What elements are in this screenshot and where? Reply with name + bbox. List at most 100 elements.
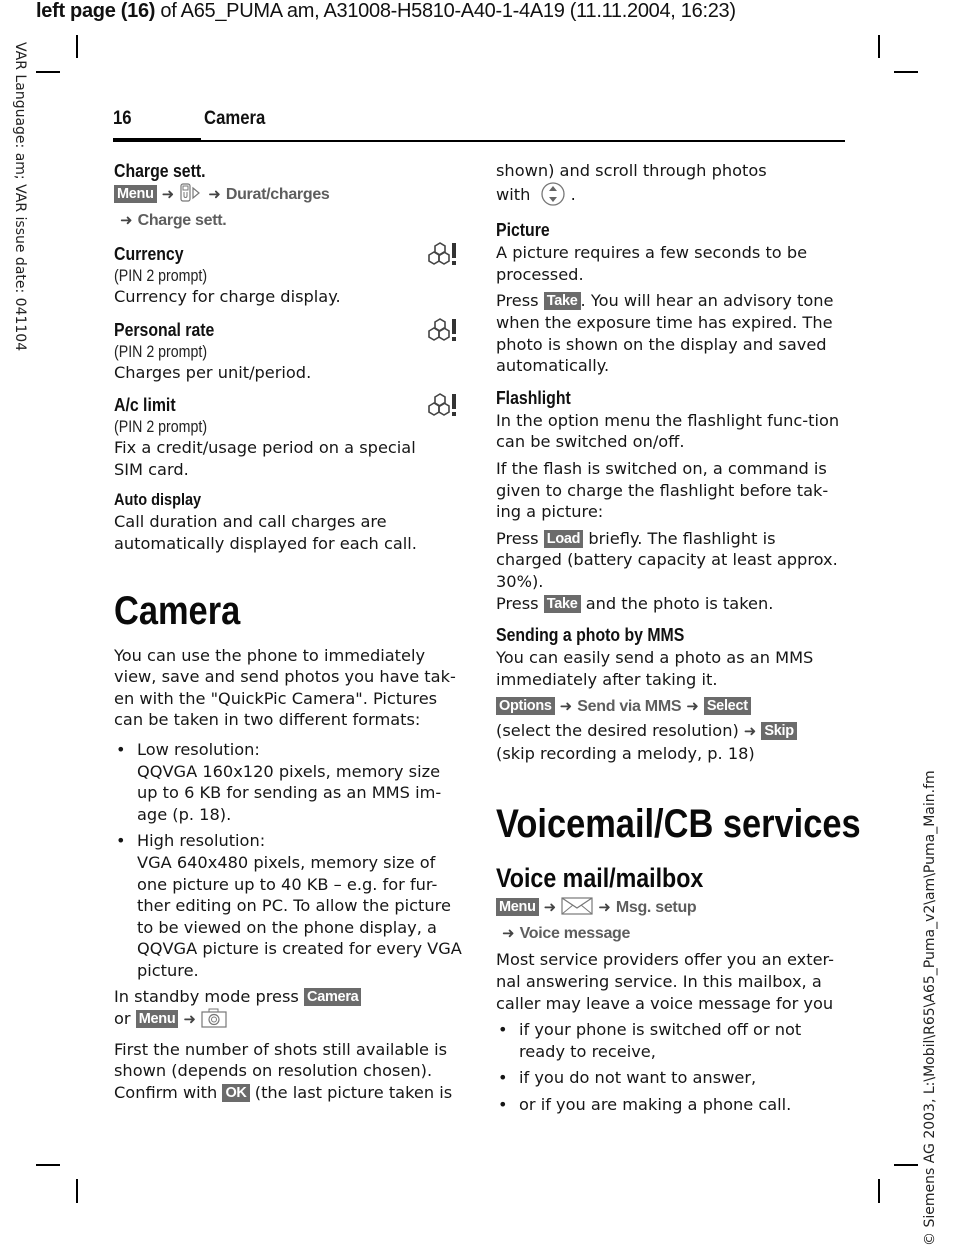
take-key: Take <box>543 594 581 613</box>
arrow-right-icon: ➜ <box>502 924 515 943</box>
list-item: if your phone is switched off or not rea… <box>496 1019 844 1062</box>
load-key: Load <box>543 529 584 548</box>
menu-path-continued: ➜ Charge sett. <box>114 209 462 232</box>
subsection-title: Flashlight <box>496 387 571 408</box>
pin-note: (PIN 2 prompt) <box>114 418 208 437</box>
voicemail-intro: Most service providers offer you an exte… <box>496 950 834 1013</box>
picture-text: A picture requires a few seconds to be p… <box>496 243 808 284</box>
setting-ac-limit: A/c limit (PIN 2 prompt) Fix a credit/us… <box>114 393 462 480</box>
setting-description: Currency for charge display. <box>114 287 341 306</box>
select-key: Select <box>703 697 751 716</box>
menu-key: Menu <box>135 1010 179 1029</box>
arrow-right-icon: ➜ <box>598 898 611 917</box>
resolution-list: Low resolution:QQVGA 160x120 pixels, mem… <box>114 739 462 982</box>
setting-currency: Currency (PIN 2 prompt) Currency for cha… <box>114 242 462 308</box>
left-column: Charge sett. Menu ➜ ➜ Durat/charges ➜ Charge… <box>114 160 462 1108</box>
scroll-instruction: shown) and scroll through photos with . <box>496 160 844 211</box>
flashlight-section: Flashlight In the option menu the flashl… <box>496 387 844 614</box>
mms-skip-note: (skip recording a melody, p. 18) <box>496 743 755 763</box>
list-item: or if you are making a phone call. <box>496 1094 844 1116</box>
crop-mark <box>894 71 918 73</box>
print-job-page: left page (16) <box>36 0 156 22</box>
running-title: Camera <box>204 108 266 129</box>
flashlight-take-instruction: Press Take and the photo is taken. <box>496 593 844 615</box>
text: shown) and scroll through photos <box>496 161 767 180</box>
crop-mark <box>76 35 78 58</box>
menu-key: Menu <box>496 898 539 917</box>
print-job-details: of A65_PUMA am, A31008-H5810-A40-1-4A19 … <box>155 0 736 22</box>
subsection-text: Call duration and call charges are autom… <box>114 512 417 553</box>
network-pin-warning-icon <box>422 242 458 272</box>
setting-title: Personal rate <box>114 319 215 340</box>
list-item: High resolution:VGA 640x480 pixels, memo… <box>114 830 462 981</box>
arrow-right-icon: ➜ <box>743 722 757 741</box>
auto-display-section: Auto display Call duration and call char… <box>114 490 462 554</box>
crop-mark <box>894 1164 918 1166</box>
flashlight-text: In the option menu the flashlight func-t… <box>496 410 840 452</box>
arrow-right-icon: ➜ <box>183 1010 196 1029</box>
crop-mark <box>36 71 60 73</box>
shots-info: First the number of shots still availabl… <box>114 1039 448 1081</box>
header-rule <box>113 140 845 142</box>
menu-path: Menu ➜ ➜ Durat/charges <box>114 183 462 209</box>
subsection-title: Sending a photo by MMS <box>496 625 685 646</box>
flashlight-text: If the flash is switched on, a command i… <box>496 458 829 522</box>
right-column: shown) and scroll through photos with . … <box>496 160 861 1121</box>
subsection-title: Auto display <box>114 491 202 510</box>
menu-path-item: Msg. setup <box>615 899 697 917</box>
text: Press <box>496 593 539 613</box>
text: or <box>114 1009 131 1029</box>
menu-key: Menu <box>114 185 157 203</box>
picture-section: Picture A picture requires a few seconds… <box>496 219 844 377</box>
header-rule-accent <box>113 138 201 142</box>
camera-key: Camera <box>304 988 362 1007</box>
setting-description: Fix a credit/usage period on a special S… <box>114 438 416 479</box>
menu-path-continued: ➜ Voice message <box>496 922 844 945</box>
menu-path: Menu ➜ ➜ Msg. setup <box>496 896 844 922</box>
voicemail-conditions-list: if your phone is switched off or not rea… <box>496 1019 844 1115</box>
setting-title: Currency <box>114 244 184 264</box>
text: In standby mode press <box>114 987 299 1007</box>
text: (select the desired resolution) <box>496 721 739 741</box>
camera-section: Camera You can use the phone to immediat… <box>114 589 462 1104</box>
crop-mark <box>76 1179 78 1203</box>
arrow-right-icon: ➜ <box>208 185 221 203</box>
crop-mark <box>36 1164 60 1166</box>
pin-note: (PIN 2 prompt) <box>114 342 208 361</box>
page-number: 16 <box>113 108 132 129</box>
text: (the last picture taken is <box>254 1082 453 1102</box>
setting-description: Charges per unit/period. <box>114 362 312 382</box>
mms-select-step: (select the desired resolution) ➜ Skip <box>496 720 844 743</box>
mms-path: Options ➜ Send via MMS ➜ Select <box>496 695 844 718</box>
setting-personal-rate: Personal rate (PIN 2 prompt) Charges per… <box>114 317 462 384</box>
arrow-right-icon: ➜ <box>120 211 133 229</box>
list-item-text: QQVGA 160x120 pixels, memory size up to … <box>137 761 442 824</box>
arrow-right-icon: ➜ <box>543 898 557 917</box>
list-item: Low resolution:QQVGA 160x120 pixels, mem… <box>114 739 462 825</box>
mms-section: Sending a photo by MMS You can easily se… <box>496 624 844 764</box>
confirm-instruction: Confirm with OK (the last picture taken … <box>114 1082 462 1104</box>
crop-mark <box>878 1179 880 1203</box>
side-variant-info: VAR Language: am; VAR issue date: 041104 <box>12 42 28 352</box>
subsection-heading: Voice mail/mailbox <box>496 863 704 894</box>
list-item-label: Low resolution: <box>137 739 260 759</box>
mms-text: You can easily send a photo as an MMS im… <box>496 648 814 689</box>
text: and the photo is taken. <box>585 593 774 613</box>
arrow-right-icon: ➜ <box>559 697 573 716</box>
skip-key: Skip <box>761 722 797 741</box>
menu-path-item: Charge sett. <box>137 212 227 229</box>
subsection-title: Picture <box>496 220 550 241</box>
running-header: 16 Camera <box>113 106 845 142</box>
section-title: Charge sett. <box>114 161 206 181</box>
standby-instruction: In standby mode press Camera or Menu ➜ <box>114 986 462 1033</box>
camera-icon <box>201 1008 227 1034</box>
list-item-label: High resolution: <box>137 831 266 851</box>
phone-settings-icon <box>179 183 203 209</box>
picture-take-instruction: Press Take. You will hear an advisory to… <box>496 290 844 376</box>
envelope-icon <box>561 896 593 922</box>
menu-path-item: Voice message <box>519 925 631 943</box>
pin-note: (PIN 2 prompt) <box>114 267 208 285</box>
network-pin-warning-icon <box>422 317 458 348</box>
side-file-info: © Siemens AG 2003, L:\Mobil\R65\A65_Puma… <box>922 770 938 1246</box>
take-key: Take <box>543 292 581 311</box>
